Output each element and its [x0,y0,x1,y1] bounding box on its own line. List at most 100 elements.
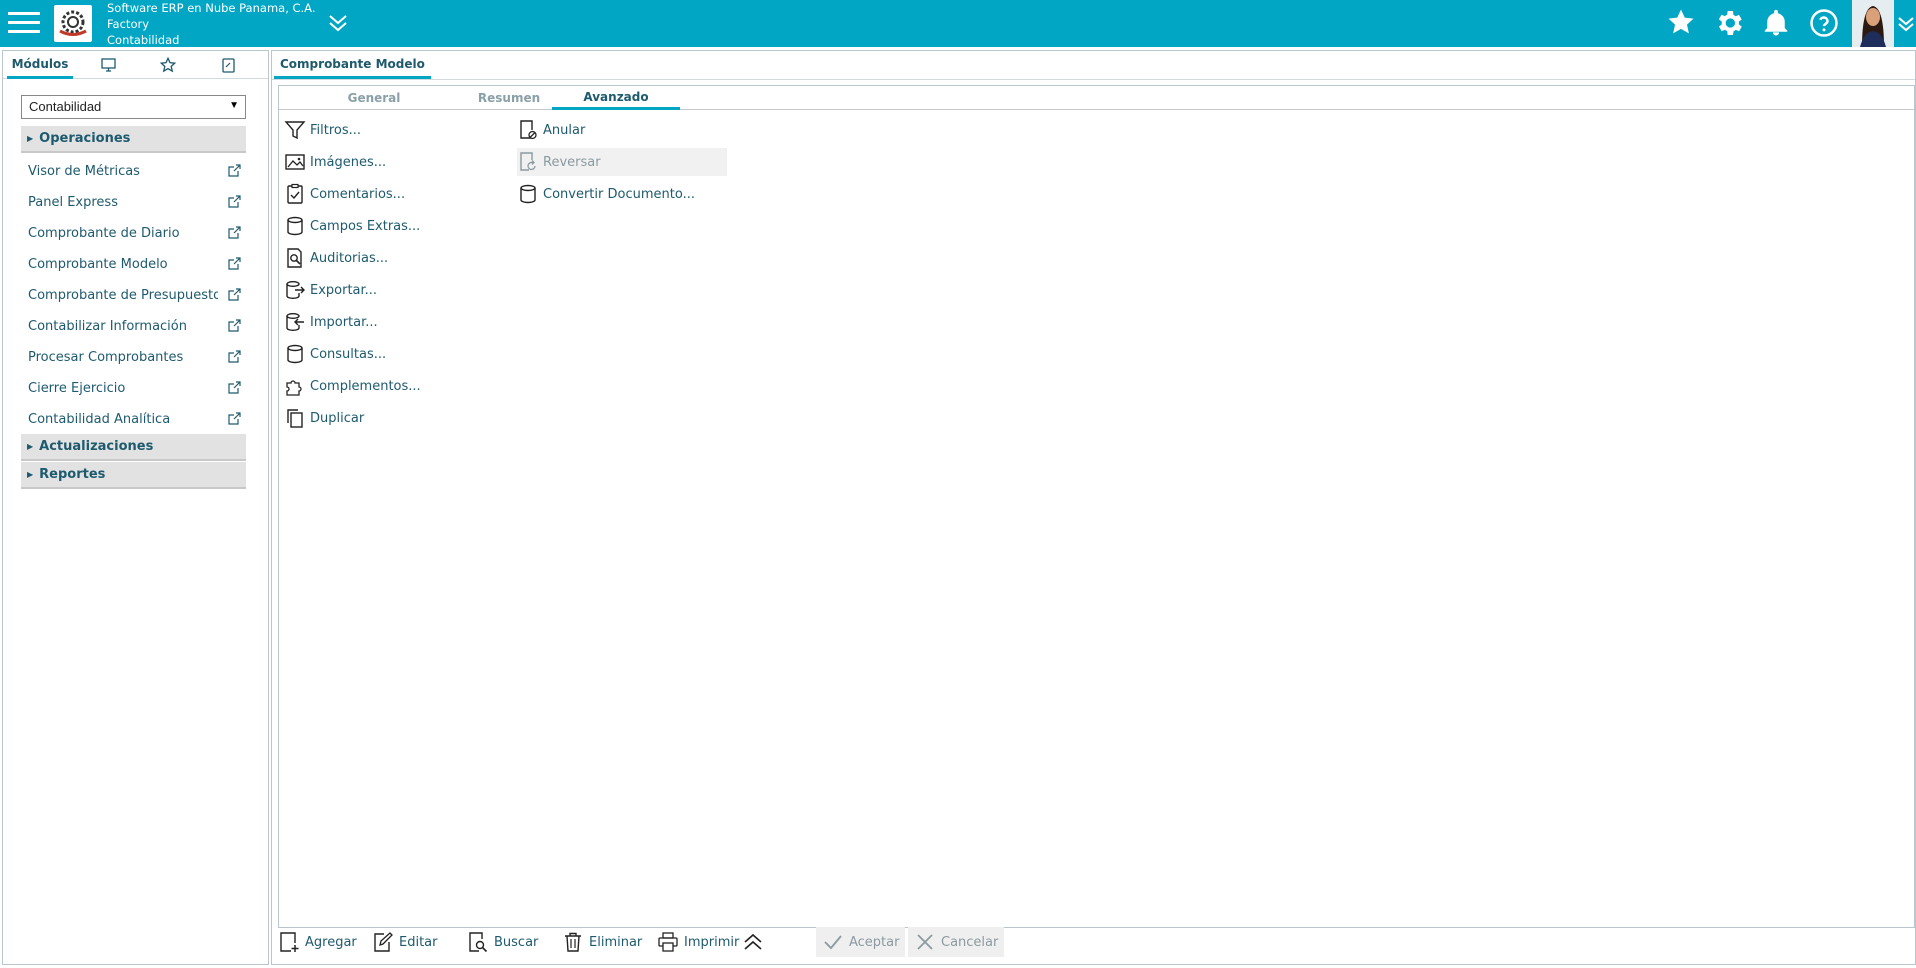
external-link-icon [228,288,241,301]
menu-item-label: Visor de Métricas [28,163,140,179]
external-link-icon [228,226,241,239]
menu-item-visor-metricas[interactable]: Visor de Métricas [28,159,243,183]
action-campos-extras[interactable]: Campos Extras... [284,212,420,240]
tab-documents[interactable] [213,51,243,79]
trash-icon [565,932,581,952]
action-exportar[interactable]: Exportar... [284,276,377,304]
menu-item-label: Comprobante de Diario [28,225,180,241]
action-reversar[interactable]: Reversar [517,148,727,176]
action-complementos[interactable]: Complementos... [284,372,421,400]
section-operaciones[interactable]: ▶ Operaciones [21,126,246,153]
bell-icon[interactable] [1761,7,1791,39]
tab-modulos[interactable]: Módulos [7,51,73,79]
caret-right-icon: ▶ [27,442,34,451]
action-label: Importar... [310,314,378,330]
menu-item-comprobante-presupuesto[interactable]: Comprobante de Presupuesto [28,283,243,307]
action-duplicar[interactable]: Duplicar [284,404,364,432]
database-icon [287,216,303,236]
image-icon [285,154,305,170]
delete-button[interactable]: Eliminar [562,927,642,957]
puzzle-icon [286,380,302,396]
document-undo-icon [520,152,536,171]
tab-comprobante-modelo[interactable]: Comprobante Modelo [274,51,431,79]
menu-item-label: Cierre Ejercicio [28,380,126,396]
section-reportes[interactable]: ▶ Reportes [21,462,246,489]
edit-button-label: Editar [399,934,438,950]
section-actualizaciones[interactable]: ▶ Actualizaciones [21,434,246,461]
filter-icon [284,121,306,140]
action-label: Comentarios... [310,186,406,202]
subtab-general[interactable]: General [309,86,439,110]
menu-item-cierre-ejercicio[interactable]: Cierre Ejercicio [28,376,243,400]
star-outline-icon [160,57,176,73]
search-button[interactable]: Buscar [467,927,538,957]
action-label: Imágenes... [310,154,387,170]
accept-button[interactable]: Aceptar [816,927,906,957]
action-label: Anular [543,122,586,138]
action-label: Consultas... [310,346,387,362]
print-button[interactable]: Imprimir [657,927,739,957]
action-label: Filtros... [310,122,362,138]
caret-down-icon: ▼ [229,100,239,111]
gear-icon[interactable] [1713,7,1745,39]
print-button-label: Imprimir [684,934,740,950]
action-convertir-documento[interactable]: Convertir Documento... [517,180,727,208]
menu-item-label: Contabilizar Información [28,318,187,334]
cancel-button-label: Cancelar [941,934,999,950]
user-avatar[interactable] [1852,0,1894,47]
document-search-icon [287,248,302,268]
add-button-label: Agregar [305,934,357,950]
chevron-down-icon[interactable] [1897,14,1915,32]
database-import-icon [286,313,304,331]
action-consultas[interactable]: Consultas... [284,340,386,368]
tab-desktop[interactable] [93,51,123,79]
database-icon [287,344,303,364]
menu-item-contabilizar-informacion[interactable]: Contabilizar Información [28,314,243,338]
edit-button[interactable]: Editar [372,927,438,957]
menu-item-label: Procesar Comprobantes [28,349,184,365]
cancel-button[interactable]: Cancelar [908,927,1005,957]
action-anular[interactable]: Anular [517,116,727,144]
close-icon [917,934,933,950]
company-logo [54,5,92,42]
action-label: Auditorias... [310,250,389,266]
company-branch: Factory [107,17,150,31]
action-importar[interactable]: Importar... [284,308,378,336]
action-auditorias[interactable]: Auditorias... [284,244,388,272]
action-label: Complementos... [310,378,421,394]
clipboard-check-icon [287,183,303,204]
action-imagenes[interactable]: Imágenes... [284,148,386,176]
module-select[interactable]: Contabilidad ▼ [21,95,246,119]
action-label: Campos Extras... [310,218,421,234]
action-comentarios[interactable]: Comentarios... [284,180,405,208]
collapse-toolbar-button[interactable] [742,927,769,957]
section-operaciones-label: Operaciones [39,131,131,146]
subtab-avanzado[interactable]: Avanzado [552,86,680,110]
accept-button-label: Aceptar [849,934,900,950]
help-icon[interactable] [1809,7,1839,39]
menu-item-label: Panel Express [28,194,118,210]
double-chevron-down-icon[interactable] [327,13,349,33]
menu-item-contabilidad-analitica[interactable]: Contabilidad Analítica [28,407,243,431]
hamburger-menu-icon[interactable] [8,9,40,37]
printer-icon [658,932,678,952]
delete-button-label: Eliminar [589,934,643,950]
top-bar: Software ERP en Nube Panama, C.A. Factor… [0,0,1916,47]
tab-favorites[interactable] [153,51,183,79]
menu-item-procesar-comprobantes[interactable]: Procesar Comprobantes [28,345,243,369]
document-cancel-icon [520,120,537,140]
company-module: Contabilidad [107,33,180,47]
action-filtros[interactable]: Filtros... [284,116,361,144]
caret-right-icon: ▶ [27,134,34,143]
section-actualizaciones-label: Actualizaciones [39,439,154,454]
action-label: Exportar... [310,282,378,298]
left-tabs: Módulos [3,51,268,79]
section-reportes-label: Reportes [39,467,106,482]
menu-item-label: Comprobante de Presupuesto [28,287,218,303]
star-icon[interactable] [1666,7,1696,37]
menu-item-comprobante-modelo[interactable]: Comprobante Modelo [28,252,243,276]
add-button[interactable]: Agregar [278,927,357,957]
menu-item-comprobante-diario[interactable]: Comprobante de Diario [28,221,243,245]
menu-item-panel-express[interactable]: Panel Express [28,190,243,214]
divider [272,79,1915,80]
